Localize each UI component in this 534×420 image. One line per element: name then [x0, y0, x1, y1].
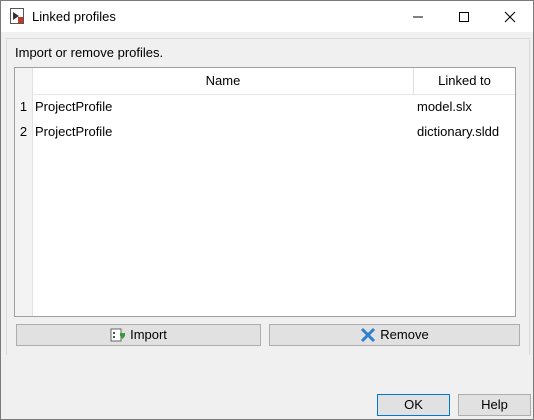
- profile-name-cell: ProjectProfile: [35, 99, 113, 114]
- help-button[interactable]: Help: [458, 394, 531, 416]
- row-number: 1: [19, 99, 28, 114]
- linked-profiles-dialog: Linked profiles Import or remove profile…: [0, 0, 534, 420]
- app-icon: [10, 8, 24, 24]
- remove-label: Remove: [380, 327, 429, 342]
- linked-to-cell: dictionary.sldd: [417, 124, 500, 139]
- minimize-icon: [413, 16, 423, 18]
- maximize-button[interactable]: [441, 1, 487, 32]
- remove-button[interactable]: Remove: [269, 324, 520, 346]
- close-icon: [504, 11, 516, 23]
- maximize-icon: [459, 12, 469, 22]
- row-number: 2: [19, 124, 28, 139]
- import-label: Import: [130, 327, 167, 342]
- table-row[interactable]: 1 ProjectProfile model.slx: [15, 94, 515, 119]
- column-header-linked-to[interactable]: Linked to: [414, 68, 515, 95]
- column-header-name[interactable]: Name: [33, 68, 414, 95]
- window-title: Linked profiles: [32, 9, 116, 24]
- title-bar: Linked profiles: [1, 1, 533, 32]
- linked-to-cell: model.slx: [417, 99, 472, 114]
- ok-button[interactable]: OK: [377, 394, 450, 416]
- close-button[interactable]: [487, 1, 533, 32]
- profiles-table: Name Linked to 1 ProjectProfile model.sl…: [14, 67, 516, 317]
- table-row[interactable]: 2 ProjectProfile dictionary.sldd: [15, 119, 515, 144]
- instructions-text: Import or remove profiles.: [15, 45, 164, 60]
- minimize-button[interactable]: [395, 1, 441, 32]
- import-button[interactable]: Import: [16, 324, 261, 346]
- profile-name-cell: ProjectProfile: [35, 124, 113, 139]
- remove-icon: [360, 327, 376, 343]
- import-icon: [110, 327, 126, 343]
